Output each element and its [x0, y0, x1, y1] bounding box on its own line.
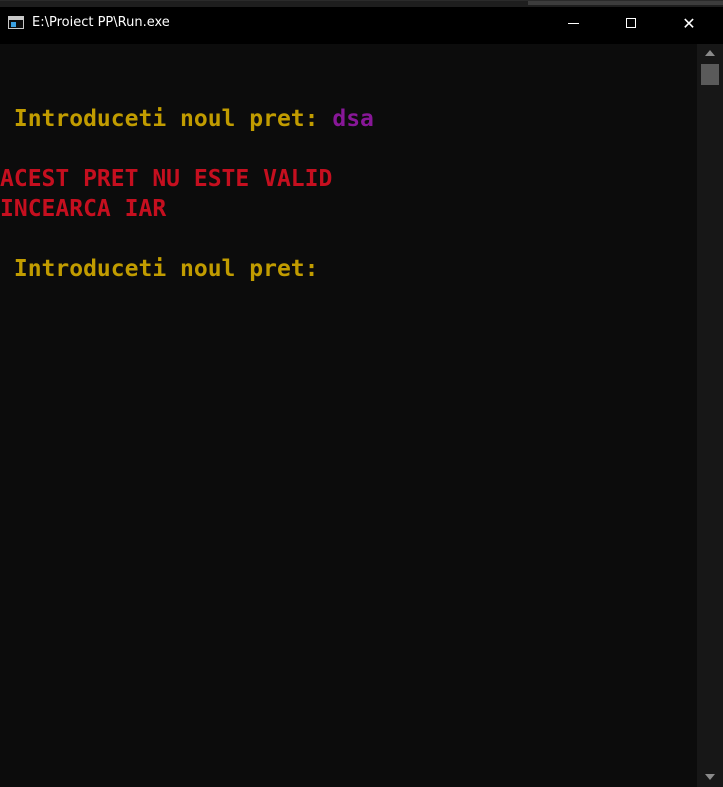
close-icon: ✕ [682, 13, 696, 33]
prompt-text-1: Introduceti noul pret: [0, 106, 333, 132]
maximize-button[interactable] [602, 1, 660, 45]
scroll-up-arrow-icon[interactable] [705, 50, 715, 56]
console-window: E:\Proiect PP\Run.exe ✕ Introduceti noul… [0, 0, 723, 787]
scroll-down-arrow-icon[interactable] [705, 774, 715, 780]
maximize-icon [626, 18, 636, 28]
prompt-line-2: Introduceti noul pret: [0, 256, 319, 282]
scroll-thumb[interactable] [701, 64, 719, 85]
prompt-line-1: Introduceti noul pret: dsa [0, 104, 374, 134]
minimize-button[interactable] [544, 1, 602, 45]
window-title: E:\Proiect PP\Run.exe [32, 15, 170, 30]
error-line-2: INCEARCA IAR [0, 196, 167, 222]
vertical-scrollbar[interactable] [697, 44, 723, 787]
minimize-icon [567, 22, 579, 24]
close-button[interactable]: ✕ [660, 1, 718, 45]
user-input-1: dsa [332, 106, 374, 132]
error-line-1: ACEST PRET NU ESTE VALID [0, 166, 333, 192]
console-app-icon[interactable] [8, 16, 24, 29]
title-bar[interactable]: E:\Proiect PP\Run.exe ✕ [0, 0, 723, 44]
console-output[interactable]: Introduceti noul pret: dsa ACEST PRET NU… [0, 44, 697, 787]
